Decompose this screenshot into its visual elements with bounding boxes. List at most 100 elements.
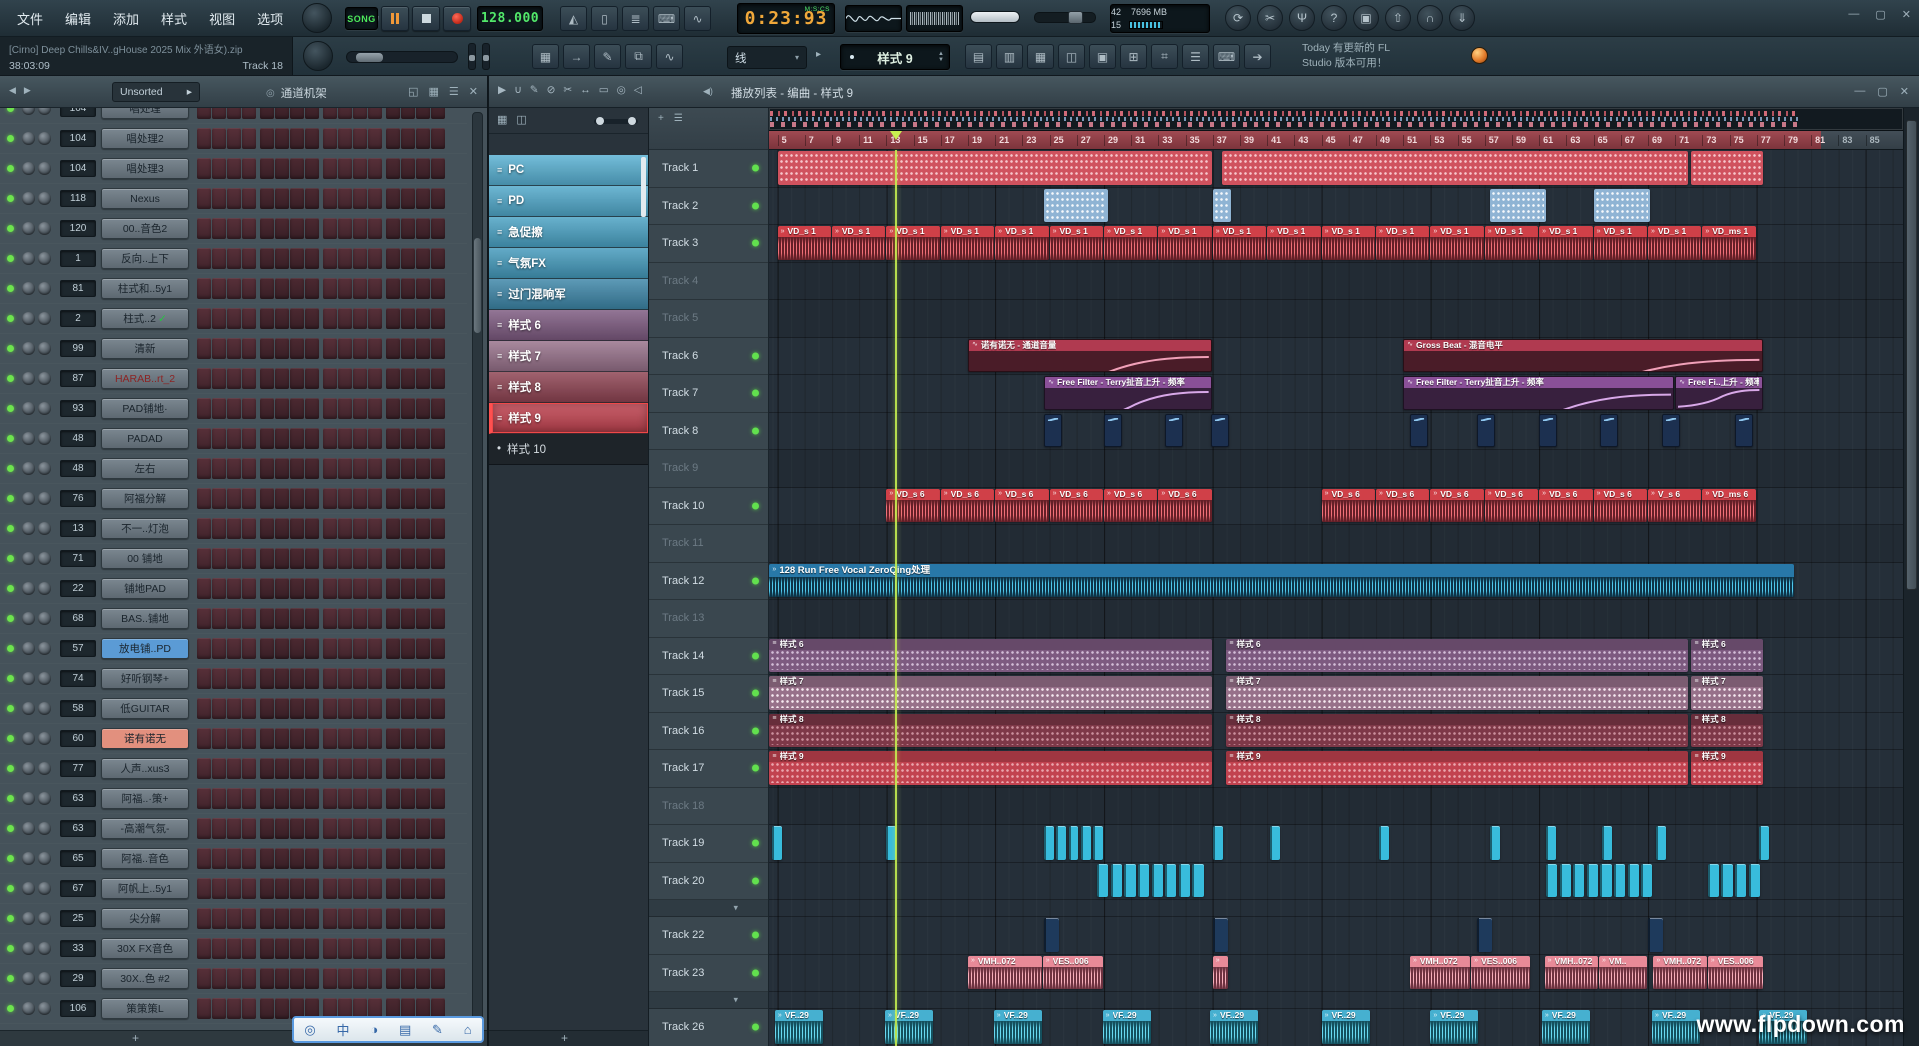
step-cell[interactable] <box>338 968 352 989</box>
channel-row[interactable]: 25尖分解 <box>0 904 467 934</box>
step-cell[interactable] <box>431 698 445 719</box>
step-cell[interactable] <box>290 638 304 659</box>
track-activity-led[interactable] <box>752 352 759 359</box>
step-cell[interactable] <box>338 488 352 509</box>
step-cell[interactable] <box>401 698 415 719</box>
channel-pan-knob[interactable] <box>22 852 35 865</box>
channel-button[interactable]: 诺有诺无 <box>101 728 189 749</box>
step-cell[interactable] <box>197 108 211 119</box>
clip[interactable]: »VD_s 1 <box>832 226 885 260</box>
step-cell[interactable] <box>290 308 304 329</box>
clip[interactable]: »VD_ms 6 <box>1702 489 1755 523</box>
step-cell[interactable] <box>401 158 415 179</box>
step-cell[interactable] <box>401 548 415 569</box>
clip[interactable]: ≡样式 6 <box>1226 639 1687 673</box>
step-cell[interactable] <box>290 248 304 269</box>
step-cell[interactable] <box>212 758 226 779</box>
step-cell[interactable] <box>212 278 226 299</box>
clip[interactable] <box>1600 864 1611 898</box>
channel-button[interactable]: PADAD <box>101 428 189 449</box>
step-cell[interactable] <box>227 998 241 1019</box>
pattern-selector[interactable]: 样式 9 ▲▼ <box>840 44 950 70</box>
step-cell[interactable] <box>227 968 241 989</box>
channel-volume-knob[interactable] <box>38 1002 51 1015</box>
step-cell[interactable] <box>368 578 382 599</box>
step-cell[interactable] <box>401 188 415 209</box>
maximize-icon[interactable]: ▢ <box>1877 85 1887 98</box>
step-cell[interactable] <box>242 638 256 659</box>
step-cell[interactable] <box>386 278 400 299</box>
step-cell[interactable] <box>416 638 430 659</box>
step-cell[interactable] <box>197 308 211 329</box>
step-cell[interactable] <box>338 578 352 599</box>
step-cell[interactable] <box>242 848 256 869</box>
channel-button[interactable]: 好听钢琴+ <box>101 668 189 689</box>
step-cell[interactable] <box>305 968 319 989</box>
channel-row[interactable]: 104唱处理3 <box>0 154 467 184</box>
step-cell[interactable] <box>260 548 274 569</box>
clip[interactable] <box>1573 864 1584 898</box>
pattern-item[interactable]: ≡过门混响军 <box>489 279 648 310</box>
step-seq-icon[interactable]: ▥ <box>996 44 1023 69</box>
clip[interactable] <box>1124 864 1135 898</box>
step-cell[interactable] <box>275 908 289 929</box>
record-button[interactable] <box>443 6 471 31</box>
step-cell[interactable] <box>353 908 367 929</box>
step-cell[interactable] <box>401 758 415 779</box>
step-cell[interactable] <box>401 728 415 749</box>
step-cell[interactable] <box>431 488 445 509</box>
step-cell[interactable] <box>416 908 430 929</box>
step-cell[interactable] <box>197 338 211 359</box>
step-cell[interactable] <box>260 158 274 179</box>
channel-led[interactable] <box>7 885 14 892</box>
step-cell[interactable] <box>227 308 241 329</box>
step-cell[interactable] <box>368 278 382 299</box>
step-cell[interactable] <box>338 458 352 479</box>
step-cell[interactable] <box>227 108 241 119</box>
lang-zh-icon[interactable]: 中 <box>337 1020 350 1039</box>
clip[interactable]: ≡样式 6 <box>769 639 1211 673</box>
step-cell[interactable] <box>416 368 430 389</box>
channel-button[interactable]: 唱处理 <box>101 108 189 119</box>
channel-pan-knob[interactable] <box>22 252 35 265</box>
channel-pan-knob[interactable] <box>22 732 35 745</box>
step-cell[interactable] <box>305 878 319 899</box>
step-cell[interactable] <box>401 878 415 899</box>
clip[interactable] <box>1708 864 1719 898</box>
channel-volume-knob[interactable] <box>38 822 51 835</box>
step-cell[interactable] <box>197 458 211 479</box>
track-activity-led[interactable] <box>752 877 759 884</box>
track-activity-led[interactable] <box>752 840 759 847</box>
track-name-row[interactable]: Track 7 <box>649 375 768 413</box>
pattern-item[interactable]: •样式 10 <box>489 434 648 465</box>
step-cell[interactable] <box>242 518 256 539</box>
step-cell[interactable] <box>416 728 430 749</box>
step-cell[interactable] <box>197 518 211 539</box>
help-icon[interactable]: ? <box>1321 5 1347 31</box>
pattern-item[interactable]: ≡PC <box>489 155 648 186</box>
step-cell[interactable] <box>197 578 211 599</box>
channel-pan-knob[interactable] <box>22 402 35 415</box>
step-cell[interactable] <box>338 308 352 329</box>
step-cell[interactable] <box>260 108 274 119</box>
step-cell[interactable] <box>431 668 445 689</box>
clip[interactable] <box>1546 826 1556 860</box>
grid-icon[interactable]: ▦ <box>532 44 559 69</box>
step-down-icon[interactable]: ▼ <box>938 57 944 63</box>
track-name-row[interactable]: Track 23 <box>649 955 768 993</box>
step-cell[interactable] <box>416 488 430 509</box>
step-cell[interactable] <box>290 848 304 869</box>
step-cell[interactable] <box>290 368 304 389</box>
pattern-zoom-slider[interactable] <box>594 119 638 124</box>
step-cell[interactable] <box>212 248 226 269</box>
step-cell[interactable] <box>197 728 211 749</box>
slice-icon[interactable]: ✂ <box>563 84 572 96</box>
clip[interactable] <box>1093 826 1103 860</box>
ime-toolbar[interactable]: ◎中◑▤✎⌂ <box>292 1016 484 1043</box>
search-icon[interactable]: ◎ <box>304 1022 315 1038</box>
step-cell[interactable] <box>260 398 274 419</box>
channel-pan-knob[interactable] <box>22 192 35 205</box>
channel-button[interactable]: 阿福..·策+ <box>101 788 189 809</box>
step-cell[interactable] <box>260 818 274 839</box>
step-cell[interactable] <box>401 368 415 389</box>
